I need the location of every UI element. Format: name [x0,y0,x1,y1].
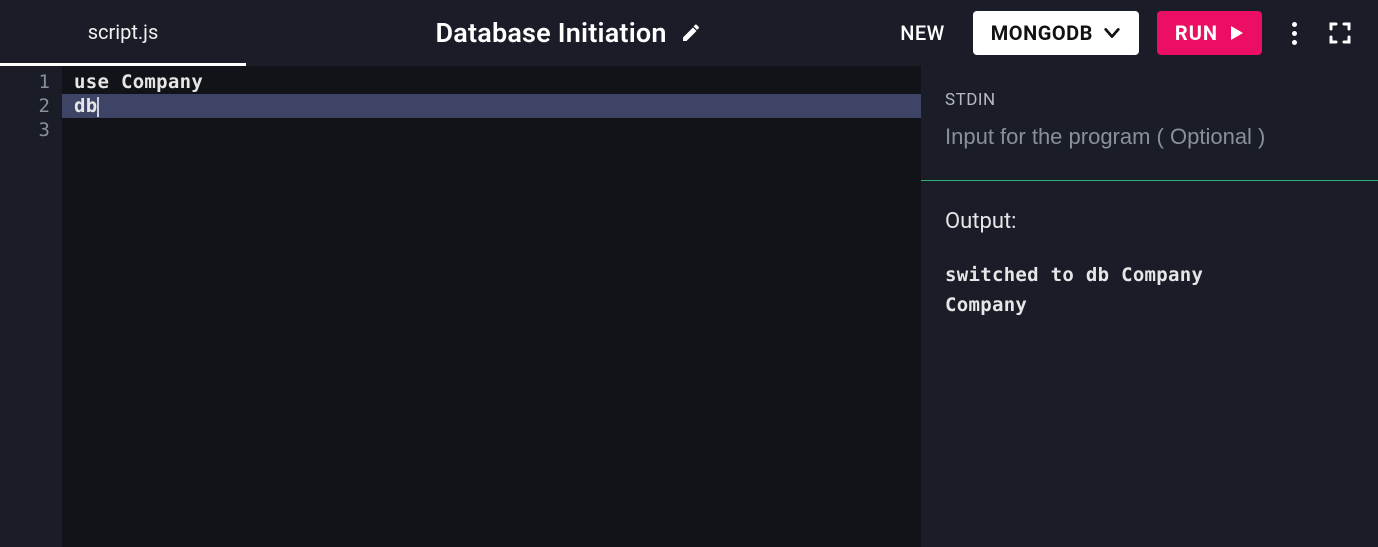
play-icon [1228,25,1244,41]
edit-title-icon[interactable] [681,23,701,43]
stdin-input[interactable] [945,124,1354,150]
language-selector[interactable]: MONGODB [973,11,1139,55]
code-line[interactable] [62,118,921,142]
line-number: 2 [0,94,50,118]
fullscreen-icon [1328,21,1352,45]
stdin-label: STDIN [945,90,1354,110]
line-number: 1 [0,70,50,94]
tab-area: script.js [0,0,246,66]
output-label: Output: [945,209,1354,234]
right-controls: NEW MONGODB RUN [890,11,1354,55]
more-options-button[interactable] [1280,19,1308,47]
code-area[interactable]: use Companydb [62,66,921,547]
fullscreen-button[interactable] [1326,19,1354,47]
toolbar: script.js Database Initiation NEW MONGOD… [0,0,1378,66]
language-label: MONGODB [991,21,1093,45]
new-button[interactable]: NEW [890,15,955,51]
page-title: Database Initiation [436,17,667,49]
code-editor[interactable]: 123 use Companydb [0,66,921,547]
chevron-down-icon [1103,24,1121,42]
stdin-block: STDIN [921,66,1378,180]
body-area: 123 use Companydb STDIN Output: switched… [0,66,1378,547]
text-cursor [97,97,99,117]
output-text: switched to db Company Company [945,260,1354,320]
run-button[interactable]: RUN [1157,11,1262,55]
code-line[interactable]: db [62,94,921,118]
output-block: Output: switched to db Company Company [921,181,1378,320]
line-number: 3 [0,118,50,142]
title-area: Database Initiation [246,17,890,49]
file-tab-label: script.js [88,20,159,44]
code-line[interactable]: use Company [62,70,921,94]
run-button-label: RUN [1175,21,1218,45]
new-button-label: NEW [900,21,945,45]
side-panel: STDIN Output: switched to db Company Com… [921,66,1378,547]
more-vertical-icon [1292,22,1297,45]
line-numbers-gutter: 123 [0,66,62,547]
file-tab[interactable]: script.js [0,0,246,66]
